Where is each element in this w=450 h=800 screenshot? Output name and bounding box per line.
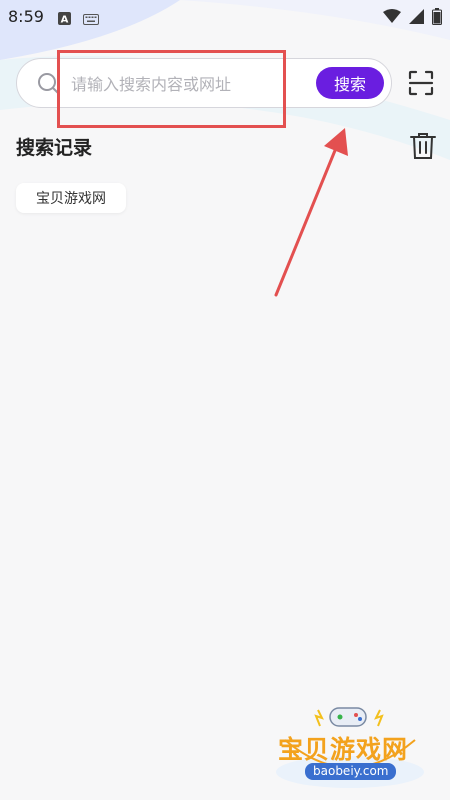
clear-history-button[interactable] <box>410 132 438 162</box>
font-a-icon: A <box>58 10 71 29</box>
history-item[interactable]: 宝贝游戏网 <box>16 183 126 213</box>
watermark-text: 宝贝游戏网 <box>278 735 409 764</box>
watermark-url: baobeiy.com <box>305 763 397 780</box>
trash-icon <box>410 133 436 159</box>
signal-icon <box>409 9 424 28</box>
svg-text:A: A <box>61 15 69 26</box>
search-history-title: 搜索记录 <box>16 137 93 159</box>
gamepad-icon <box>329 707 367 727</box>
status-right-icons <box>383 8 442 29</box>
wifi-icon <box>383 9 401 28</box>
scan-button[interactable] <box>407 69 435 97</box>
scan-icon <box>408 70 434 96</box>
status-bar: 8:59 A <box>0 0 450 34</box>
search-input[interactable] <box>69 68 318 100</box>
status-left-icons: A <box>58 10 99 29</box>
watermark-logo: 宝贝游戏网 baobeiy.com <box>270 700 430 790</box>
annotation-arrow <box>274 128 348 297</box>
battery-icon <box>432 8 442 29</box>
status-time: 8:59 <box>8 7 44 26</box>
search-button[interactable]: 搜索 <box>316 67 384 99</box>
search-icon <box>37 72 61 100</box>
search-bar: 搜索 <box>16 58 392 108</box>
keyboard-icon <box>83 10 99 29</box>
